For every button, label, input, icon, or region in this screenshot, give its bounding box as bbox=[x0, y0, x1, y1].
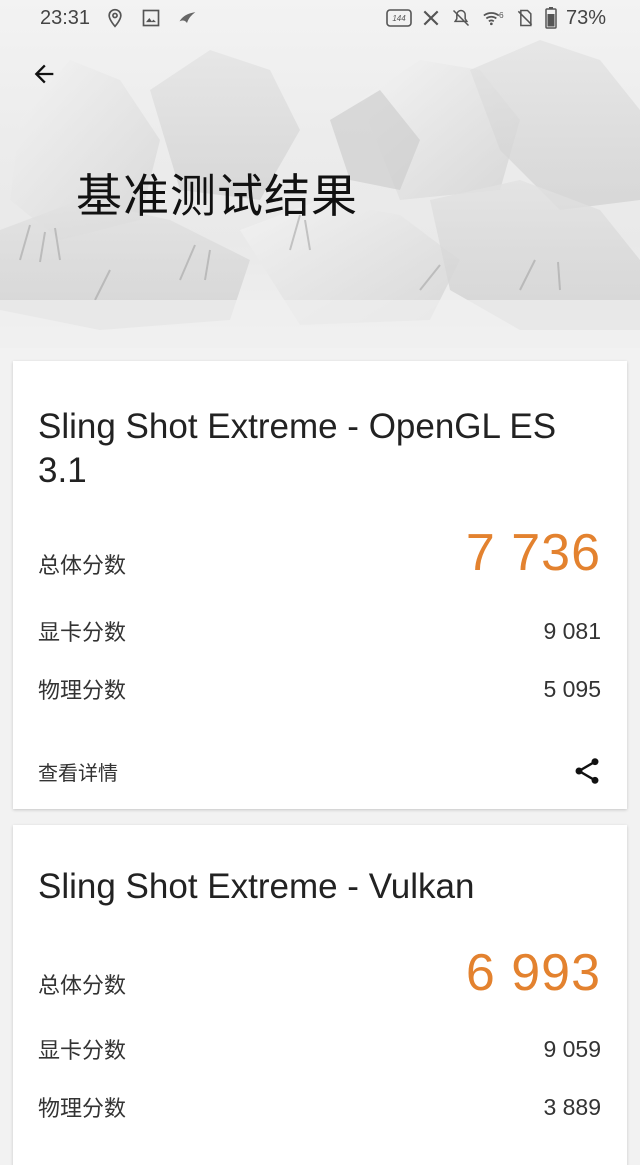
rog-logo-icon bbox=[176, 7, 198, 29]
gpu-score-row: 显卡分数 9 059 bbox=[38, 1031, 601, 1067]
image-icon bbox=[140, 7, 162, 29]
result-title: Sling Shot Extreme - OpenGL ES 3.1 bbox=[38, 407, 557, 490]
wifi-badge: 6 bbox=[499, 10, 504, 20]
gpu-score-label: 显卡分数 bbox=[38, 621, 127, 646]
x-icon bbox=[420, 7, 442, 29]
gpu-score-label: 显卡分数 bbox=[38, 1039, 127, 1064]
view-details-link[interactable]: 查看详情 bbox=[38, 757, 118, 786]
bell-off-icon bbox=[450, 7, 472, 29]
wifi-icon: 6 bbox=[480, 7, 506, 29]
gpu-score-row: 显卡分数 9 081 bbox=[38, 613, 601, 649]
total-score-value: 6 993 bbox=[465, 944, 601, 1002]
physics-score-value: 3 889 bbox=[543, 1093, 601, 1120]
result-card-vulkan[interactable]: Sling Shot Extreme - Vulkan 总体分数 6 993 显… bbox=[13, 825, 627, 1165]
physics-score-label: 物理分数 bbox=[38, 1097, 127, 1122]
physics-score-value: 5 095 bbox=[543, 675, 601, 702]
result-title: Sling Shot Extreme - Vulkan bbox=[38, 867, 475, 906]
no-sim-icon bbox=[514, 7, 536, 29]
location-pin-icon bbox=[104, 7, 126, 29]
battery-icon bbox=[544, 7, 558, 29]
status-time: 23:31 bbox=[40, 6, 91, 29]
back-button[interactable] bbox=[26, 56, 62, 92]
total-score-label: 总体分数 bbox=[38, 554, 127, 579]
share-button[interactable] bbox=[569, 753, 605, 789]
battery-level-fill bbox=[547, 14, 555, 27]
total-score-label: 总体分数 bbox=[38, 974, 127, 999]
gpu-score-value: 9 081 bbox=[543, 617, 601, 644]
gpu-score-value: 9 059 bbox=[543, 1035, 601, 1062]
details-row: 查看详情 bbox=[38, 751, 605, 791]
physics-score-row: 物理分数 5 095 bbox=[38, 671, 601, 707]
page-title: 基准测试结果 bbox=[76, 169, 358, 223]
total-score-value: 7 736 bbox=[465, 524, 601, 582]
total-score-row: 总体分数 6 993 bbox=[38, 943, 601, 1003]
arrow-left-icon bbox=[34, 64, 54, 84]
header-hero: 基准测试结果 bbox=[0, 0, 640, 348]
refresh-rate-badge: 144 bbox=[392, 14, 406, 23]
result-card-opengl[interactable]: Sling Shot Extreme - OpenGL ES 3.1 总体分数 … bbox=[13, 361, 627, 809]
battery-percent: 73% bbox=[565, 6, 606, 29]
status-bar: 23:31 144 6 73% bbox=[0, 0, 640, 36]
share-icon bbox=[575, 758, 599, 784]
physics-score-label: 物理分数 bbox=[38, 679, 127, 704]
total-score-row: 总体分数 7 736 bbox=[38, 523, 601, 583]
physics-score-row: 物理分数 3 889 bbox=[38, 1089, 601, 1125]
refresh-rate-icon: 144 bbox=[386, 7, 412, 29]
